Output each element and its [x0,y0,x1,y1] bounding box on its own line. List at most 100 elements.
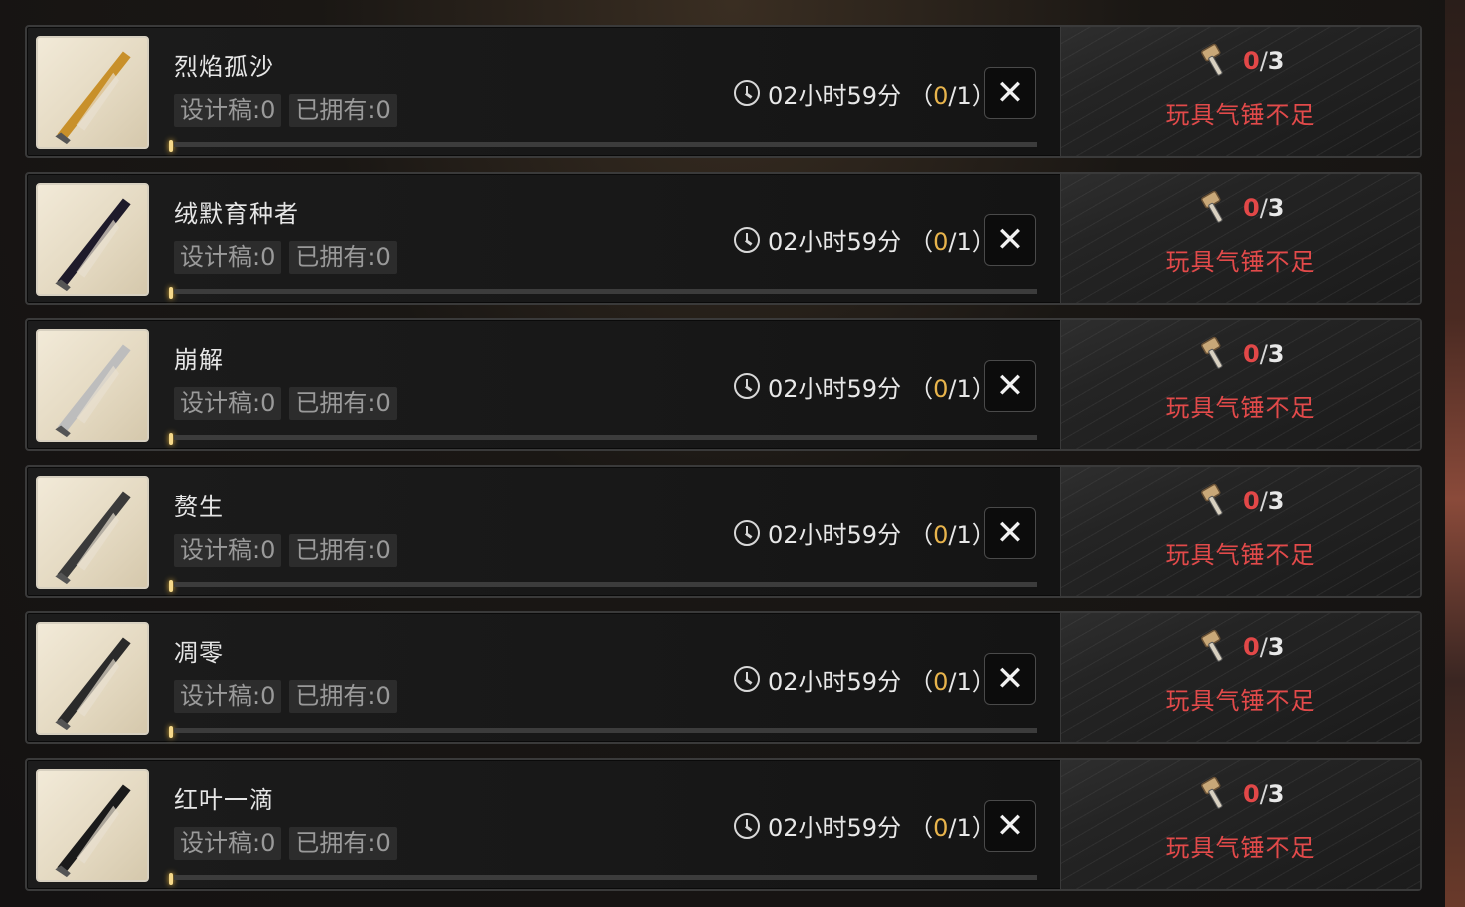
hammer-icon [1201,190,1223,223]
timer-text: 02小时59分 [768,521,902,550]
inventory-tags: 设计稿:0 已拥有:0 [174,240,397,274]
design-count-tag: 设计稿:0 [174,533,282,567]
close-icon: ✕ [995,366,1025,407]
design-count-tag: 设计稿:0 [174,826,282,860]
weapon-name: 红叶一滴 [174,785,274,814]
material-panel[interactable]: 0/3 玩具气锤不足 [1060,320,1420,450]
design-count-tag: 设计稿:0 [174,387,282,421]
material-count: 0/3 [1199,483,1285,519]
close-icon: ✕ [995,512,1025,553]
weapon-thumbnail[interactable] [36,475,149,589]
material-panel[interactable]: 0/3 玩具气锤不足 [1060,173,1420,303]
material-panel[interactable]: 0/3 玩具气锤不足 [1060,466,1420,596]
clock-icon [734,666,760,693]
material-count: 0/3 [1199,629,1285,665]
design-count-tag: 设计稿:0 [174,240,282,274]
weapon-thumbnail[interactable] [36,622,149,736]
design-count-tag: 设计稿:0 [174,94,282,127]
sparkle-decoration [169,579,173,592]
timer-text: 02小时59分 [768,814,902,843]
hammer-icon [1201,776,1223,809]
owned-count-tag: 已拥有:0 [289,680,397,714]
inventory-tags: 设计稿:0 已拥有:0 [174,680,397,714]
hammer-icon [1201,483,1223,516]
weapon-image [55,344,131,438]
progress-bar [174,874,1037,880]
progress-bar [174,728,1037,734]
design-count-tag: 设计稿:0 [174,680,282,714]
cancel-button[interactable]: ✕ [984,506,1036,559]
weapon-thumbnail[interactable] [36,182,149,296]
hammer-icon [1201,43,1223,76]
insufficient-material-text: 玩具气锤不足 [1165,394,1316,423]
progress-bar [174,142,1037,147]
weapon-thumbnail[interactable] [36,329,149,443]
cancel-button[interactable]: ✕ [984,799,1036,852]
insufficient-material-text: 玩具气锤不足 [1165,540,1316,569]
material-count: 0/3 [1199,43,1285,79]
inventory-tags: 设计稿:0 已拥有:0 [174,387,397,421]
close-icon: ✕ [995,805,1025,846]
crafting-row[interactable]: 崩解 设计稿:0 已拥有:0 02小时59分 （0/1） ✕ 0/3 玩具气锤不… [25,318,1422,452]
owned-count-tag: 已拥有:0 [289,240,397,274]
queue-count: （0/1） [909,814,996,843]
close-icon: ✕ [995,659,1025,700]
clock-icon [734,812,760,839]
cancel-button[interactable]: ✕ [984,360,1036,413]
clock-icon [734,373,760,400]
progress-bar [174,581,1037,587]
weapon-name: 赘生 [174,492,224,521]
owned-count-tag: 已拥有:0 [289,387,397,421]
crafting-row[interactable]: 赘生 设计稿:0 已拥有:0 02小时59分 （0/1） ✕ 0/3 玩具气锤不… [25,464,1422,598]
progress-bar [174,288,1037,294]
cancel-button[interactable]: ✕ [984,67,1036,119]
craft-timer: 02小时59分 （0/1） [734,659,996,699]
owned-count-tag: 已拥有:0 [289,533,397,567]
inventory-tags: 设计稿:0 已拥有:0 [174,826,397,860]
cancel-button[interactable]: ✕ [984,653,1036,706]
weapon-name: 崩解 [174,346,224,375]
clock-icon [734,80,760,106]
insufficient-material-text: 玩具气锤不足 [1165,247,1316,276]
background-edge [1445,0,1465,907]
material-panel[interactable]: 0/3 玩具气锤不足 [1060,613,1420,743]
material-panel[interactable]: 0/3 玩具气锤不足 [1060,759,1420,889]
inventory-tags: 设计稿:0 已拥有:0 [174,94,397,127]
sparkle-decoration [169,726,173,739]
insufficient-material-text: 玩具气锤不足 [1165,101,1316,129]
material-panel[interactable]: 0/3 玩具气锤不足 [1060,27,1420,156]
progress-bar [174,435,1037,441]
timer-text: 02小时59分 [768,81,902,110]
craft-timer: 02小时59分 （0/1） [734,513,996,553]
crafting-row[interactable]: 烈焰孤沙 设计稿:0 已拥有:0 02小时59分 （0/1） ✕ 0/3 玩具气… [25,25,1422,158]
crafting-row[interactable]: 凋零 设计稿:0 已拥有:0 02小时59分 （0/1） ✕ 0/3 玩具气锤不… [25,611,1422,745]
close-icon: ✕ [995,73,1025,113]
weapon-name: 烈焰孤沙 [174,53,274,81]
close-icon: ✕ [995,219,1025,260]
weapon-thumbnail[interactable] [36,768,149,882]
owned-count-tag: 已拥有:0 [289,826,397,860]
weapon-image [55,198,131,291]
timer-text: 02小时59分 [768,374,902,403]
craft-timer: 02小时59分 （0/1） [734,73,996,113]
owned-count-tag: 已拥有:0 [289,94,397,127]
queue-count: （0/1） [909,667,996,696]
craft-timer: 02小时59分 （0/1） [734,366,996,406]
insufficient-material-text: 玩具气锤不足 [1165,687,1316,716]
weapon-image [55,637,131,731]
weapon-image [55,491,131,584]
crafting-row[interactable]: 红叶一滴 设计稿:0 已拥有:0 02小时59分 （0/1） ✕ 0/3 玩具气… [25,757,1422,891]
crafting-queue-list: 烈焰孤沙 设计稿:0 已拥有:0 02小时59分 （0/1） ✕ 0/3 玩具气… [25,25,1422,905]
crafting-row[interactable]: 绒默育种者 设计稿:0 已拥有:0 02小时59分 （0/1） ✕ 0/3 玩具… [25,171,1422,305]
clock-icon [734,519,760,546]
weapon-thumbnail[interactable] [36,36,149,149]
sparkle-decoration [169,140,173,152]
sparkle-decoration [169,433,173,446]
material-count: 0/3 [1199,190,1285,226]
cancel-button[interactable]: ✕ [984,213,1036,266]
hammer-icon [1201,336,1223,369]
weapon-name: 绒默育种者 [174,199,299,228]
craft-timer: 02小时59分 （0/1） [734,220,996,260]
queue-count: （0/1） [909,228,996,257]
sparkle-decoration [169,286,173,299]
